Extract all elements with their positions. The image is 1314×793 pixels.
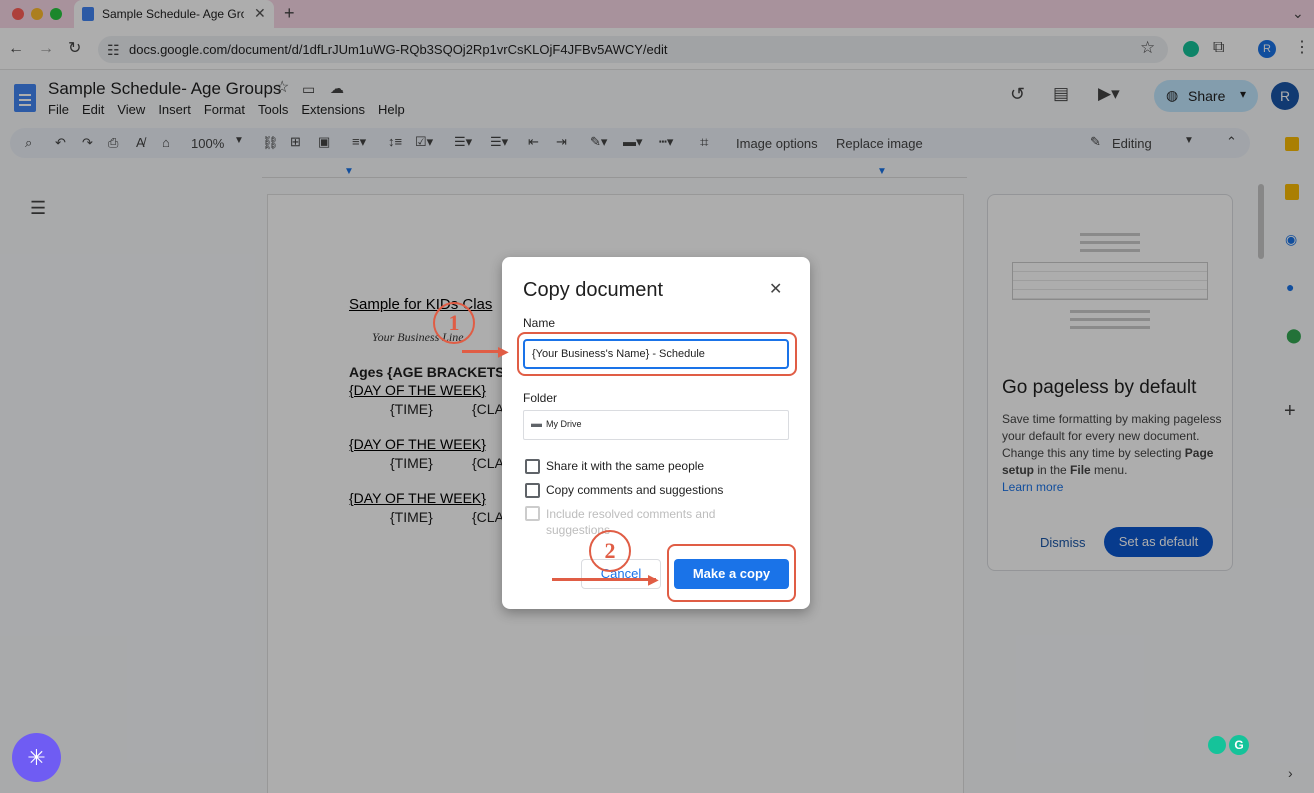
copy-comments-checkbox[interactable] <box>525 483 540 498</box>
folder-icon: ▬ <box>531 418 542 430</box>
step-1-badge: 1 <box>433 302 475 344</box>
dialog-title: Copy document <box>523 279 664 301</box>
folder-value: My Drive <box>546 419 582 429</box>
step-2-badge: 2 <box>589 530 631 572</box>
include-resolved-checkbox <box>525 506 540 521</box>
folder-label: Folder <box>523 391 558 405</box>
name-field-highlight <box>517 332 797 376</box>
step-1-arrow <box>462 350 502 353</box>
include-resolved-label: Include resolved comments and suggestion… <box>546 507 716 537</box>
assistant-fab-icon[interactable]: ✳ <box>12 733 61 782</box>
share-same-people-checkbox[interactable] <box>525 459 540 474</box>
share-same-people-label[interactable]: Share it with the same people <box>546 459 704 473</box>
step-2-arrow <box>552 578 656 581</box>
grammarly-badge-icon[interactable]: G <box>1229 735 1249 755</box>
copy-comments-label[interactable]: Copy comments and suggestions <box>546 483 723 497</box>
step-1-arrowhead-icon: ▶ <box>498 343 509 359</box>
grammarly-location-icon[interactable] <box>1208 736 1226 754</box>
make-copy-highlight <box>667 544 796 602</box>
close-icon[interactable]: ✕ <box>769 279 782 299</box>
step-2-arrowhead-icon: ▶ <box>648 571 659 587</box>
folder-picker[interactable]: ▬ My Drive <box>523 410 789 440</box>
name-label: Name <box>523 316 556 330</box>
